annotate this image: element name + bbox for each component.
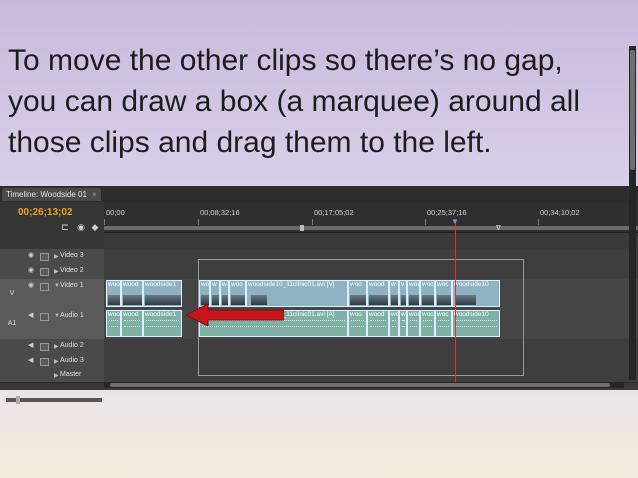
work-area-bar[interactable] (104, 225, 638, 231)
zoom-slider[interactable] (6, 396, 102, 404)
speaker-icon[interactable]: ◀ (28, 312, 36, 319)
track-header-video3[interactable]: ◉ ▶ Video 3 (0, 249, 104, 265)
ruler-marker-icon: ∇ (496, 225, 501, 232)
track-name: Master (60, 371, 82, 378)
clip-thumbnail (108, 295, 120, 305)
ruler-tick (104, 219, 105, 225)
slide-line-1: To move the other clips so there’s no ga… (8, 44, 563, 77)
ruler-label: 00;00 (106, 208, 125, 217)
zoom-handle[interactable] (16, 396, 20, 404)
scrollbar-thumb[interactable] (630, 50, 635, 170)
track-header-audio1[interactable]: A1 ◀ ▼ Audio 1 (0, 309, 104, 340)
horizontal-scrollbar[interactable] (104, 382, 624, 388)
clip-label: wood (123, 311, 139, 318)
video-clip[interactable]: woodside1 (143, 280, 182, 307)
ruler-tick (538, 219, 539, 225)
slide-text: To move the other clips so there’s no ga… (8, 40, 633, 163)
time-ruler[interactable]: 00;00 00;08;32;16 00;17;05;02 00;25;37;1… (104, 202, 638, 233)
ruler-label: 00;25;37;16 (427, 208, 467, 217)
track-name: Audio 2 (60, 342, 84, 349)
clip-label: woodside1 (145, 281, 177, 288)
audio-waveform (124, 320, 140, 327)
video-clip[interactable]: woo (106, 280, 121, 307)
arrow-shape (186, 304, 284, 326)
track-header-audio2[interactable]: ◀ ▶ Audio 2 (0, 339, 104, 355)
track-name: Video 2 (60, 267, 84, 274)
ruler-tick (312, 219, 313, 225)
tab-timeline[interactable]: Timeline: Woodside 01 × (2, 188, 101, 201)
ruler-label: 00;08;32;16 (200, 208, 240, 217)
lock-icon[interactable] (40, 283, 49, 291)
expand-icon[interactable]: ▶ (54, 372, 59, 379)
slide-line-3: those clips and drag them to the left. (8, 126, 492, 159)
clip-label: wood (123, 281, 139, 288)
ruler-tick (425, 219, 426, 225)
ruler-tick (198, 219, 199, 225)
ruler-label: 00;34;10;02 (540, 208, 580, 217)
scrollbar-thumb[interactable] (110, 383, 610, 387)
video-clip[interactable]: wood (121, 280, 143, 307)
expand-icon[interactable]: ▶ (54, 253, 59, 260)
target-video[interactable]: V (3, 290, 21, 297)
timecode-display[interactable]: 00;26;13;02 (18, 207, 72, 218)
tab-title: Timeline: Woodside 01 (6, 190, 87, 199)
audio-clip[interactable]: woodside1 (143, 310, 182, 337)
vertical-scrollbar[interactable] (629, 46, 636, 380)
clip-label: woo (108, 311, 120, 318)
eye-icon[interactable]: ◉ (28, 282, 36, 289)
track-name: Audio 1 (60, 312, 84, 319)
speaker-icon[interactable]: ◀ (28, 357, 36, 364)
ruler-label: 00;17;05;02 (314, 208, 354, 217)
close-icon[interactable]: × (92, 190, 97, 199)
lock-icon[interactable] (40, 343, 49, 351)
clip-thumbnail (145, 295, 181, 305)
audio-waveform (109, 320, 118, 327)
lock-icon[interactable] (40, 358, 49, 366)
track-header-audio3[interactable]: ◀ ▶ Audio 3 (0, 354, 104, 370)
speaker-icon[interactable]: ◀ (28, 342, 36, 349)
audio-clip[interactable]: wood (121, 310, 143, 337)
drag-left-arrow-icon (186, 304, 284, 326)
clip-label: woo (108, 281, 120, 288)
track-header-video2[interactable]: ◉ ▶ Video 2 (0, 264, 104, 280)
playhead-line (455, 222, 456, 387)
expand-icon[interactable]: ▶ (54, 343, 59, 350)
track-header-video1[interactable]: V ◉ ▼ Video 1 (0, 279, 104, 310)
eye-icon[interactable]: ◉ (28, 252, 36, 259)
lock-icon[interactable] (40, 313, 49, 321)
track-name: Video 3 (60, 252, 84, 259)
track-name: Video 1 (60, 282, 84, 289)
clip-label: woodside1 (145, 311, 177, 318)
track-name: Audio 3 (60, 357, 84, 364)
audio-clip[interactable]: woo (106, 310, 121, 337)
lock-icon[interactable] (40, 253, 49, 261)
expand-icon[interactable]: ▶ (54, 358, 59, 365)
slide-line-2: you can draw a box (a marquee) around al… (8, 85, 580, 118)
playhead-handle[interactable]: ▼ (449, 218, 461, 226)
timeline-tabbar: Timeline: Woodside 01 × ≡ (0, 186, 638, 203)
eye-icon[interactable]: ◉ (28, 267, 36, 274)
snap-icon[interactable]: ⊏ (60, 222, 70, 232)
expand-icon[interactable]: ▶ (54, 268, 59, 275)
audio-waveform (146, 320, 179, 327)
target-audio[interactable]: A1 (3, 320, 21, 327)
track-header-master[interactable]: ▶ Master (0, 369, 104, 383)
lock-icon[interactable] (40, 268, 49, 276)
keyframe-icon[interactable]: ◆ (90, 222, 100, 232)
marker-icon[interactable]: ◉ (76, 222, 86, 232)
work-area-handle[interactable] (300, 225, 304, 231)
clip-thumbnail (123, 295, 142, 305)
